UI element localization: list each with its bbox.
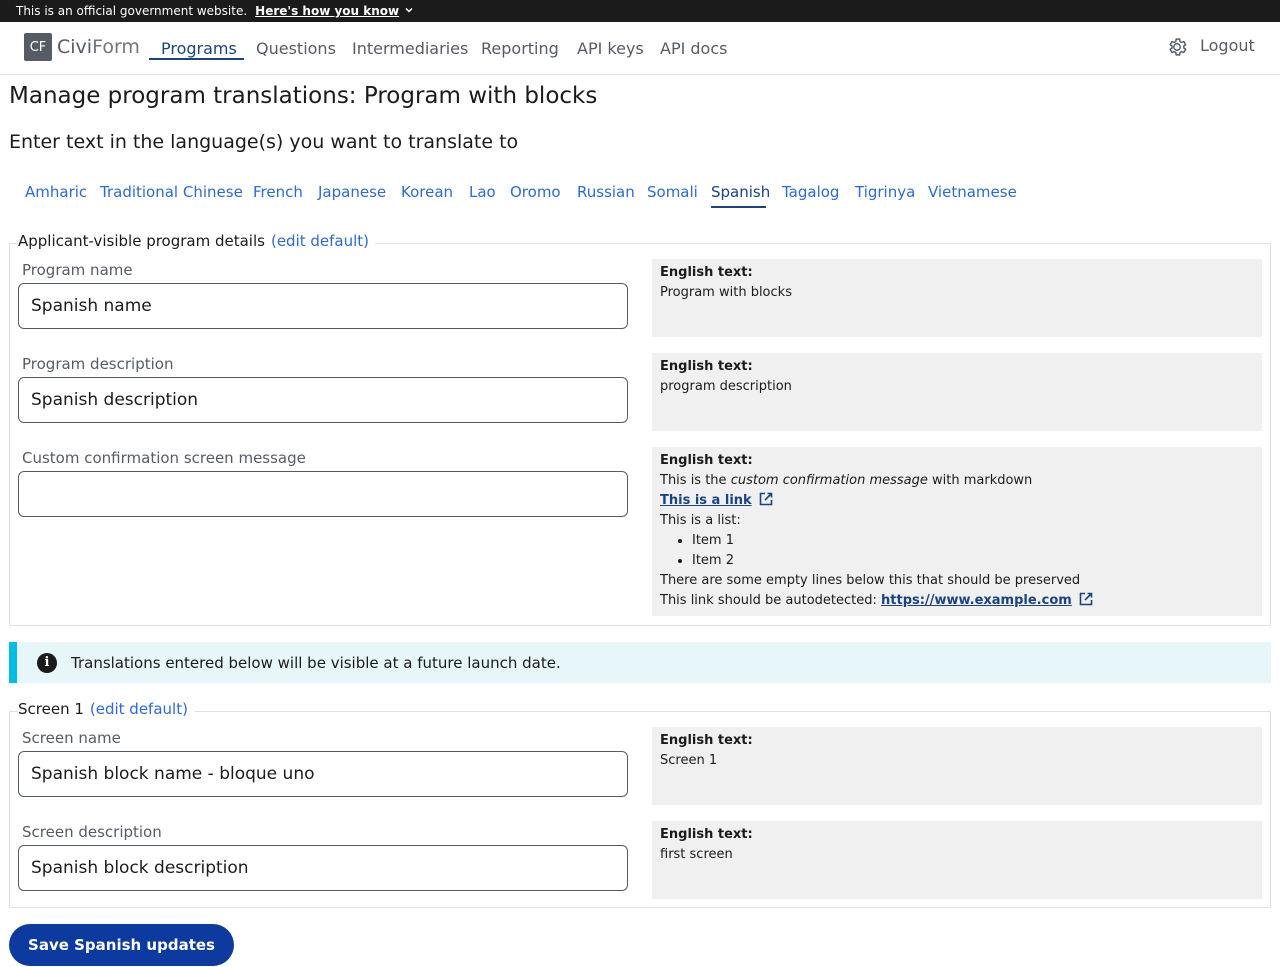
gov-banner-text: This is an official government website.	[16, 4, 248, 18]
lang-tab-russian[interactable]: Russian	[577, 183, 635, 201]
logo-mark: CF	[24, 33, 52, 61]
lang-tab-tagalog[interactable]: Tagalog	[782, 183, 839, 201]
edit-default-screen1-link[interactable]: (edit default)	[90, 700, 188, 718]
info-icon: i	[37, 652, 57, 673]
page-subtitle: Enter text in the language(s) you want t…	[9, 131, 519, 153]
external-link-icon	[1078, 591, 1094, 607]
list-item: Item 2	[692, 551, 1254, 571]
chevron-down-icon	[404, 5, 414, 18]
screen-name-input[interactable]: Spanish block name - bloque uno	[18, 751, 628, 797]
nav-api-docs[interactable]: API docs	[660, 39, 727, 58]
lang-tab-amharic[interactable]: Amharic	[25, 183, 87, 201]
program-name-input[interactable]: Spanish name	[18, 283, 628, 329]
program-name-english: English text: Program with blocks	[652, 259, 1262, 337]
autodetected-link[interactable]: https://www.example.com	[881, 593, 1072, 608]
nav-questions[interactable]: Questions	[256, 39, 336, 58]
screen-description-input[interactable]: Spanish block description	[18, 845, 628, 891]
program-description-label: Program description	[22, 355, 174, 373]
save-updates-button[interactable]: Save Spanish updates	[9, 924, 234, 966]
top-nav: CF CiviForm Programs Questions Intermedi…	[0, 22, 1280, 75]
lang-tab-french[interactable]: French	[253, 183, 303, 201]
screen-name-english: English text: Screen 1	[652, 727, 1262, 805]
logout-link[interactable]: Logout	[1200, 36, 1255, 55]
screen-description-label: Screen description	[22, 823, 162, 841]
program-description-input[interactable]: Spanish description	[18, 377, 628, 423]
confirmation-message-input[interactable]	[18, 471, 628, 517]
lang-tab-vietnamese[interactable]: Vietnamese	[928, 183, 1017, 201]
program-description-english: English text: program description	[652, 353, 1262, 431]
how-you-know-link[interactable]: Here's how you know	[255, 4, 414, 18]
confirmation-message-label: Custom confirmation screen message	[22, 449, 306, 467]
civiform-logo[interactable]: CF CiviForm	[24, 33, 140, 61]
future-launch-alert: i Translations entered below will be vis…	[9, 642, 1271, 683]
gov-banner: This is an official government website. …	[0, 0, 1280, 22]
external-link-icon	[758, 491, 774, 507]
nav-api-keys[interactable]: API keys	[577, 39, 644, 58]
nav-programs[interactable]: Programs	[161, 39, 237, 58]
lang-active-indicator	[711, 206, 766, 208]
nav-intermediaries[interactable]: Intermediaries	[352, 39, 468, 58]
list-item: Item 1	[692, 531, 1254, 551]
nav-reporting[interactable]: Reporting	[481, 39, 559, 58]
lang-tab-japanese[interactable]: Japanese	[318, 183, 386, 201]
program-name-label: Program name	[22, 261, 133, 279]
lang-tab-korean[interactable]: Korean	[401, 183, 453, 201]
screen-name-label: Screen name	[22, 729, 121, 747]
program-details-legend: Applicant-visible program details (edit d…	[18, 232, 376, 250]
confirmation-message-english: English text: This is the custom confirm…	[652, 447, 1262, 616]
lang-tab-somali[interactable]: Somali	[647, 183, 698, 201]
lang-tab-lao[interactable]: Lao	[469, 183, 496, 201]
screen-description-english: English text: first screen	[652, 821, 1262, 899]
lang-tab-spanish[interactable]: Spanish	[711, 183, 770, 201]
lang-tab-tigrinya[interactable]: Tigrinya	[855, 183, 915, 201]
gear-icon[interactable]	[1166, 36, 1188, 58]
lang-tab-oromo[interactable]: Oromo	[510, 183, 561, 201]
nav-active-indicator	[149, 58, 244, 60]
how-you-know-label: Here's how you know	[255, 4, 400, 18]
lang-tab-traditional-chinese[interactable]: Traditional Chinese	[100, 183, 243, 201]
markdown-link[interactable]: This is a link	[660, 493, 752, 508]
screen1-legend: Screen 1 (edit default)	[18, 700, 194, 718]
edit-default-program-link[interactable]: (edit default)	[271, 232, 369, 250]
logo-text: CiviForm	[57, 36, 140, 58]
page-title: Manage program translations: Program wit…	[9, 83, 598, 109]
alert-text: Translations entered below will be visib…	[71, 653, 561, 672]
